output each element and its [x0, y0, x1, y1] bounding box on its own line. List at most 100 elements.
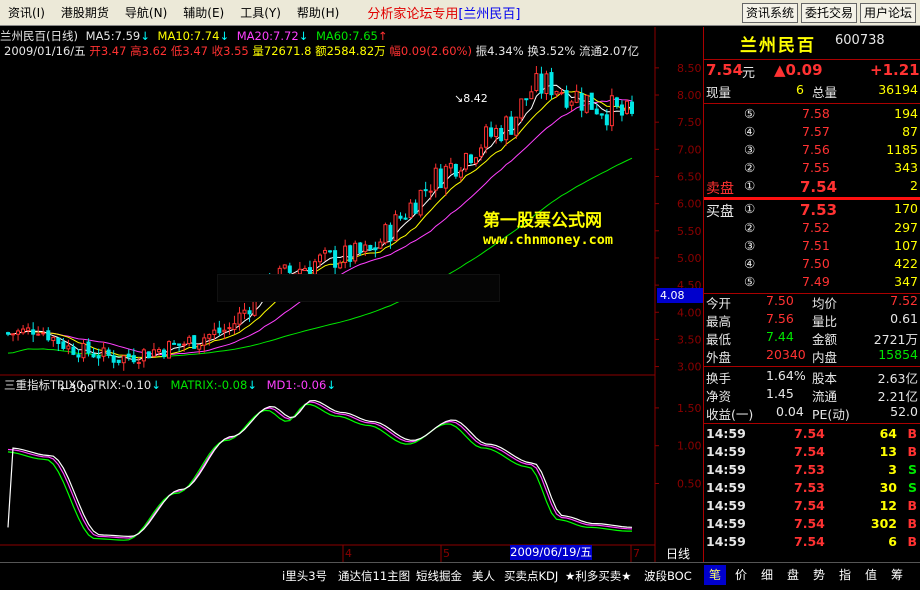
panel-tab-detail[interactable]: 细 [756, 565, 778, 585]
menu-info[interactable]: 资讯(I) [0, 2, 53, 24]
redacted-box [217, 274, 500, 302]
down-arrow-icon: ↓ [326, 378, 336, 392]
candle-body [242, 309, 247, 314]
panel-tab-value[interactable]: 值 [860, 565, 882, 585]
menu-tools[interactable]: 工具(Y) [232, 2, 289, 24]
buy-row[interactable]: ⑤ 7.49 347 [704, 274, 920, 292]
candle-body [539, 73, 544, 94]
candle-body [489, 127, 494, 137]
quote-amount: 额2584.82万 [315, 44, 386, 58]
fund-value: 0.04 [776, 404, 804, 419]
panel-tab-index[interactable]: 指 [834, 565, 856, 585]
candle-body [499, 128, 504, 142]
menu-navigate[interactable]: 导航(N) [117, 2, 175, 24]
buy-row[interactable]: ③ 7.51 107 [704, 238, 920, 256]
candle-body [373, 247, 378, 251]
candle-body [156, 348, 161, 353]
menu-assist[interactable]: 辅助(E) [175, 2, 232, 24]
candle-body [438, 168, 443, 189]
stock-header: 兰州民百 600738 [704, 31, 920, 56]
title-prefix: 分析家论坛专用 [367, 7, 459, 22]
tick-row: 14:59 7.54 12 B [704, 498, 920, 516]
candle-body [368, 244, 373, 251]
candle-body [343, 245, 348, 263]
candle-body [81, 342, 86, 359]
formula-tab[interactable]: i里头3号 [282, 567, 327, 585]
candle-body [101, 347, 106, 357]
stat-row: 最高 7.56 量比 0.61 [704, 311, 920, 329]
info-system-button[interactable]: 资讯系统 [741, 2, 798, 23]
candle-body [484, 126, 489, 148]
candle-body [307, 267, 312, 274]
tick-price: 7.53 [794, 462, 825, 477]
ma-indicator-bar: 兰州民百(日线) MA5:7.59↓ MA10:7.74↓ MA20:7.72↓… [0, 28, 387, 43]
forum-button[interactable]: 用户论坛 [859, 2, 916, 23]
down-arrow-icon: ↓ [151, 378, 161, 392]
sell-level: ⑤ [744, 106, 756, 121]
formula-tab[interactable]: 波段BOC [644, 567, 692, 585]
quote-close: 收3.55 [211, 44, 249, 58]
sell-level: ① [744, 178, 756, 193]
high-label: ↘8.42 [454, 92, 488, 105]
sell-level: ④ [744, 124, 756, 139]
buy-row[interactable]: ④ 7.50 422 [704, 256, 920, 274]
candle-body [212, 329, 217, 336]
formula-tab[interactable]: 美人 [472, 567, 495, 585]
panel-tab-chips[interactable]: 筹 [886, 565, 908, 585]
candle-body [121, 355, 126, 364]
buy-vol: 297 [894, 220, 918, 235]
candle-body [161, 349, 167, 357]
sell-row[interactable]: ② 7.55 343 [704, 160, 920, 178]
panel-tab-ticks[interactable]: 笔 [704, 565, 726, 585]
candle-body [56, 337, 61, 344]
candle-body [614, 97, 619, 107]
stat-row: 外盘 20340 内盘 15854 [704, 347, 920, 365]
buy-level: ① [744, 201, 756, 216]
sell-row[interactable]: ⑤ 7.58 194 [704, 106, 920, 124]
period-label[interactable]: 日线 [666, 545, 690, 562]
candle-body [468, 154, 473, 164]
candle-body [222, 329, 227, 333]
trade-button[interactable]: 委托交易 [800, 2, 857, 23]
window-title: 分析家论坛专用[兰州民百] [367, 3, 520, 22]
menu-bar: 资讯(I) 港股期货 导航(N) 辅助(E) 工具(Y) 帮助(H) 分析家论坛… [0, 0, 920, 26]
candle-body [177, 343, 182, 346]
candle-body [227, 327, 232, 330]
buy-row[interactable]: ② 7.52 297 [704, 220, 920, 238]
candle-body [287, 265, 292, 273]
formula-tab[interactable]: 买卖点KDJ [504, 567, 558, 585]
candle-body [594, 108, 599, 115]
panel-tab-book[interactable]: 盘 [782, 565, 804, 585]
candle-body [31, 329, 36, 335]
sell-level: ② [744, 160, 756, 175]
candle-body [529, 91, 534, 100]
formula-tab[interactable]: 通达信11主图 [338, 567, 410, 585]
sell-row[interactable]: ④ 7.57 87 [704, 124, 920, 142]
sell-row[interactable]: ③ 7.56 1185 [704, 142, 920, 160]
sell-row[interactable]: 卖盘 ① 7.54 2 [704, 178, 920, 198]
buy-price: 7.50 [802, 256, 830, 271]
trix-value: TRIX:-0.10 [91, 378, 152, 392]
x-tick-label: 7 [633, 547, 640, 560]
panel-tab-trend[interactable]: 势 [808, 565, 830, 585]
ma5-label: MA5:7.59 [85, 29, 141, 43]
candle-body [146, 351, 151, 359]
menu-hk-futures[interactable]: 港股期货 [53, 2, 117, 24]
tick-vol: 12 [879, 498, 897, 513]
y-tick-label: 7.50 [677, 116, 702, 129]
sell-price: 7.55 [802, 160, 830, 175]
fund-label: PE(动) [812, 407, 850, 422]
sell-level: ③ [744, 142, 756, 157]
buy-vol: 422 [894, 256, 918, 271]
formula-tab[interactable]: 短线掘金 [416, 567, 462, 585]
panel-tab-price[interactable]: 价 [730, 565, 752, 585]
candle-body [21, 328, 26, 334]
buy-vol: 107 [894, 238, 918, 253]
formula-tab[interactable]: ★利多买卖★ [565, 567, 632, 585]
stat-label: 今开 [706, 296, 732, 311]
watermark-title: 第一股票公式网 [483, 211, 602, 231]
tick-side: B [907, 516, 917, 531]
buy-row[interactable]: 买盘 ① 7.53 170 [704, 201, 920, 221]
sell-vol: 2 [910, 178, 918, 193]
menu-help[interactable]: 帮助(H) [289, 2, 347, 24]
